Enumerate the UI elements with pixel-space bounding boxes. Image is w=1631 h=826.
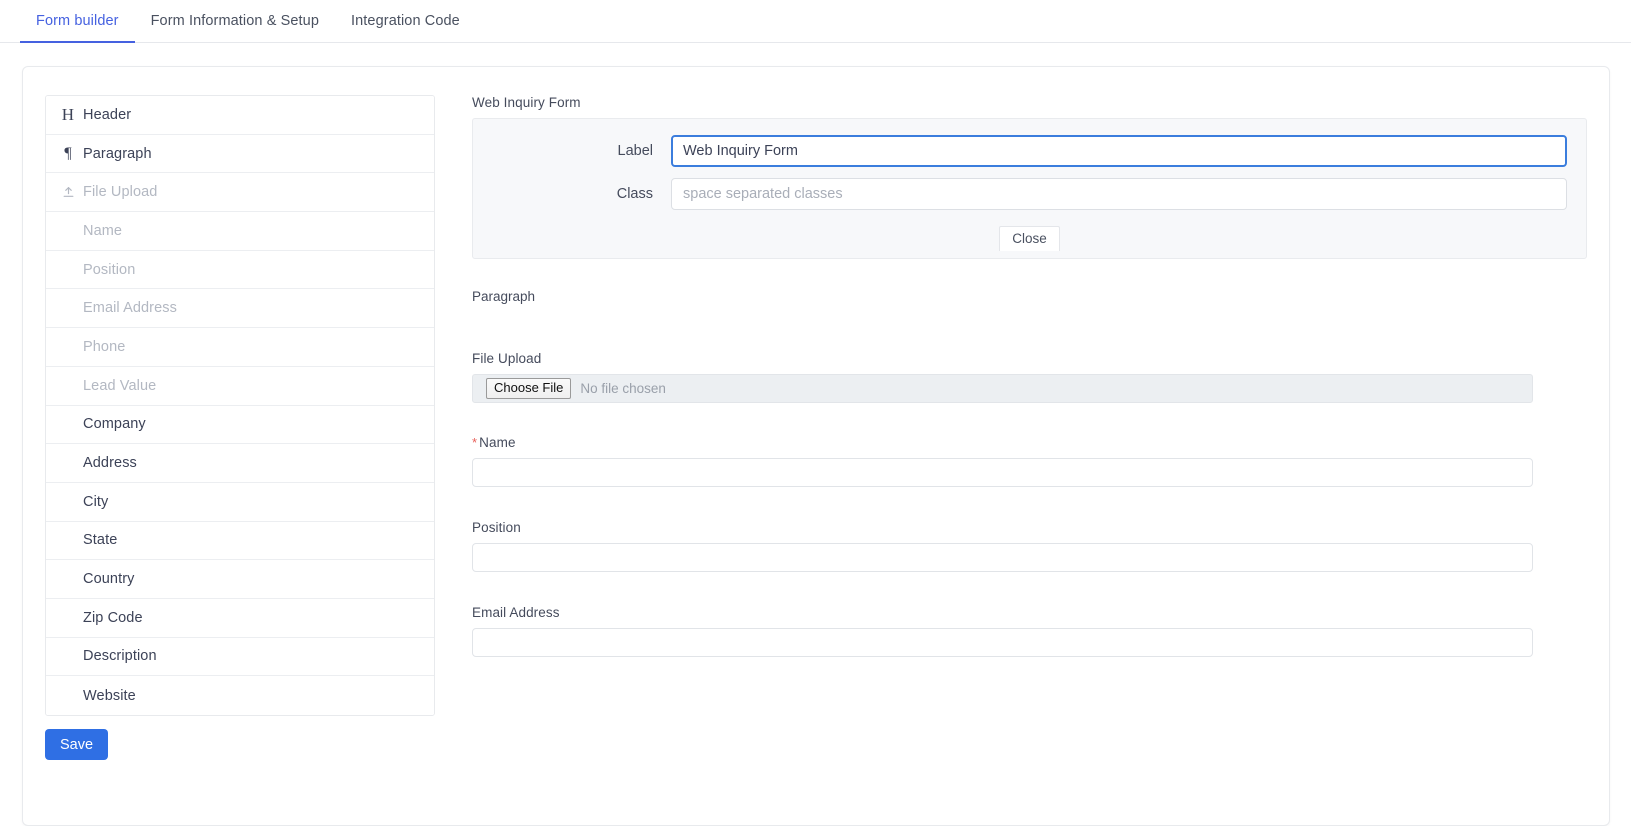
palette-item-lead-value: Lead Value — [46, 366, 434, 406]
header-element-editor: Label Class Close — [472, 118, 1587, 259]
tab-form-information-setup[interactable]: Form Information & Setup — [135, 0, 335, 43]
palette-item-label: Header — [83, 106, 132, 123]
palette-item-label: Phone — [83, 338, 126, 355]
field-label-text: Name — [479, 435, 516, 450]
heading-icon: H — [61, 105, 75, 125]
palette-item-label: State — [83, 532, 118, 549]
palette-item-label: Email Address — [83, 300, 177, 317]
file-upload-control[interactable]: Choose File No file chosen — [472, 374, 1533, 403]
palette-item-zip-code[interactable]: Zip Code — [46, 598, 434, 638]
field-palette-column: H Header ¶ Paragraph File Upload Name Position… — [45, 95, 435, 760]
paragraph-element-label: Paragraph — [472, 289, 536, 304]
save-button[interactable]: Save — [45, 729, 109, 760]
header-element-title: Web Inquiry Form — [472, 95, 581, 110]
tab-label: Form Information & Setup — [150, 12, 320, 29]
editor-label-caption: Label — [617, 143, 653, 159]
preview-field-list: * Name Position Email Address — [472, 435, 1587, 657]
palette-item-label: Position — [83, 261, 136, 278]
field-group-position: Position — [472, 520, 1587, 572]
field-group-email-address: Email Address — [472, 605, 1587, 657]
editor-class-row: Class — [492, 178, 1567, 210]
form-builder-card: H Header ¶ Paragraph File Upload Name Position… — [22, 66, 1610, 826]
editor-label-row: Label — [492, 135, 1567, 167]
tab-label: Integration Code — [351, 12, 460, 29]
field-input-name[interactable] — [472, 458, 1533, 487]
palette-item-position: Position — [46, 250, 434, 290]
editor-class-input[interactable] — [671, 178, 1567, 210]
palette-item-address[interactable]: Address — [46, 444, 434, 483]
file-upload-label: File Upload — [472, 351, 542, 366]
palette-item-header[interactable]: H Header — [46, 96, 434, 135]
field-label: Email Address — [472, 605, 1587, 620]
file-upload-icon — [55, 186, 81, 199]
editor-class-caption: Class — [616, 186, 653, 202]
palette-item-country[interactable]: Country — [46, 560, 434, 599]
choose-file-button[interactable]: Choose File — [486, 377, 572, 400]
editor-footer: Close — [492, 222, 1567, 251]
field-input-email-address[interactable] — [472, 628, 1533, 657]
tab-integration-code[interactable]: Integration Code — [335, 0, 476, 43]
field-label-text: Position — [472, 520, 521, 535]
palette-item-website[interactable]: Website — [46, 676, 434, 715]
palette-item-name: Name — [46, 212, 434, 251]
palette-item-label: Zip Code — [83, 609, 143, 626]
field-input-position[interactable] — [472, 543, 1533, 572]
palette-item-paragraph[interactable]: ¶ Paragraph — [46, 134, 434, 174]
tab-bar: Form builder Form Information & Setup In… — [0, 0, 1631, 43]
field-label: Position — [472, 520, 1587, 535]
form-preview: Web Inquiry Form Label Class Close Parag… — [435, 95, 1587, 760]
palette-item-file-upload: File Upload — [46, 173, 434, 213]
field-group-name: * Name — [472, 435, 1587, 487]
paragraph-icon: ¶ — [64, 144, 72, 162]
palette-item-label: Description — [83, 648, 157, 665]
close-button[interactable]: Close — [999, 226, 1060, 251]
palette-item-label: Website — [83, 687, 136, 704]
file-upload-group: File Upload Choose File No file chosen — [472, 351, 1587, 403]
editor-label-input[interactable] — [671, 135, 1567, 167]
file-upload-status: No file chosen — [580, 381, 666, 396]
palette-item-label: File Upload — [83, 184, 158, 201]
palette-item-label: Company — [83, 416, 146, 433]
tab-form-builder[interactable]: Form builder — [20, 0, 135, 43]
palette-item-phone: Phone — [46, 328, 434, 367]
palette-item-company[interactable]: Company — [46, 405, 434, 445]
palette-item-label: Name — [83, 222, 123, 239]
field-label: * Name — [472, 435, 1587, 450]
palette-item-state[interactable]: State — [46, 521, 434, 561]
required-asterisk: * — [472, 435, 478, 450]
field-palette-list: H Header ¶ Paragraph File Upload Name Position… — [45, 95, 435, 716]
palette-item-label: Paragraph — [83, 145, 152, 162]
palette-item-city[interactable]: City — [46, 482, 434, 522]
palette-item-label: City — [83, 493, 109, 510]
tab-label: Form builder — [36, 12, 119, 29]
palette-item-label: Country — [83, 571, 135, 588]
palette-item-email-address: Email Address — [46, 289, 434, 329]
field-label-text: Email Address — [472, 605, 560, 620]
palette-item-label: Address — [83, 455, 137, 472]
palette-item-description[interactable]: Description — [46, 637, 434, 677]
palette-item-label: Lead Value — [83, 377, 157, 394]
